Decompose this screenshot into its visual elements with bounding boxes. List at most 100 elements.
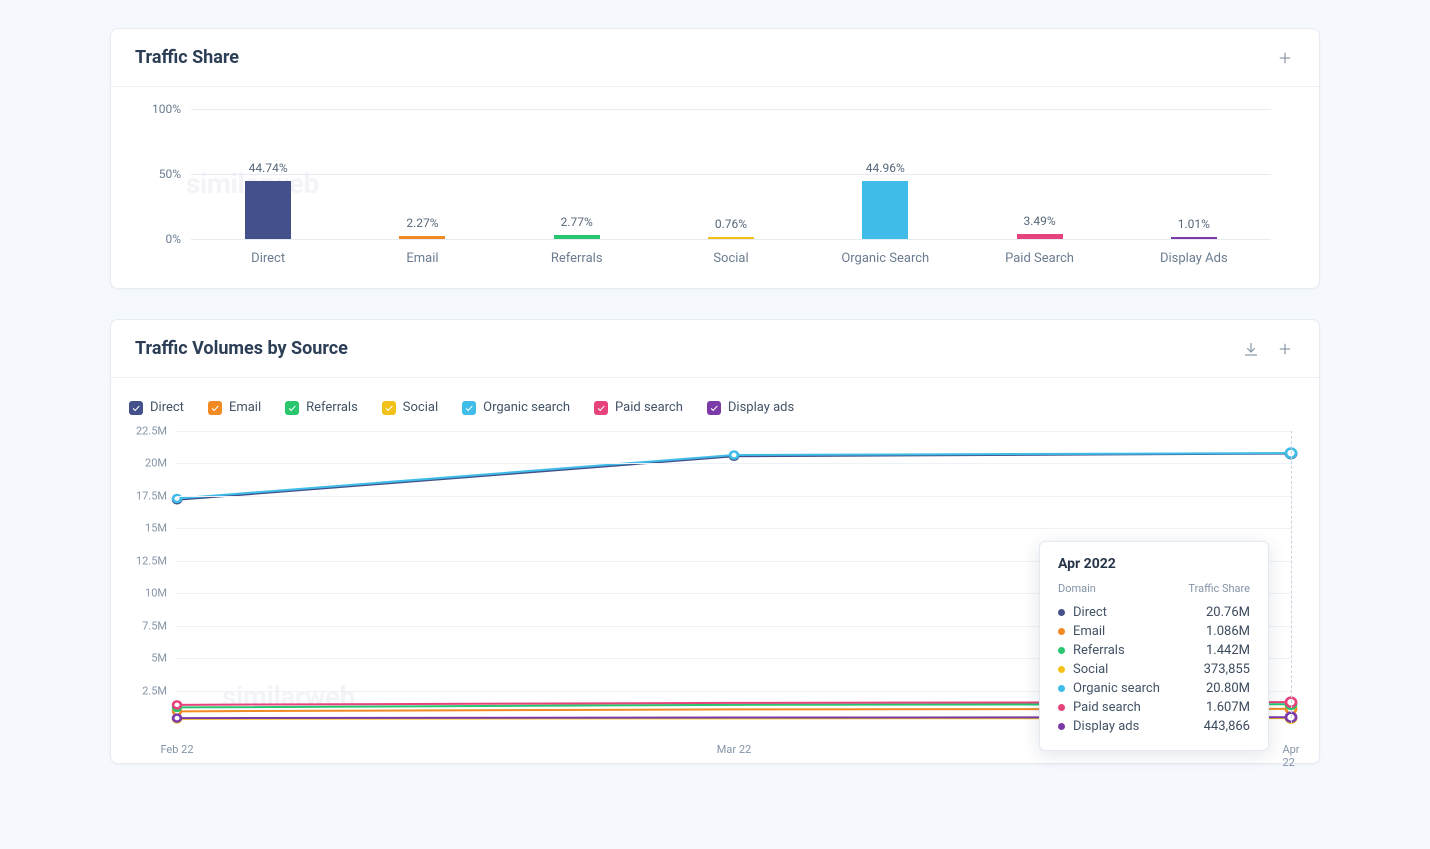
legend-checkbox[interactable]	[208, 401, 222, 415]
crosshair-line	[1291, 431, 1292, 723]
bar-column: 44.96%	[808, 109, 962, 239]
bar-column: 44.74%	[191, 109, 345, 239]
legend-checkbox[interactable]	[285, 401, 299, 415]
traffic-volumes-body: Direct Email Referrals Social Organic search…	[111, 378, 1319, 763]
tooltip-row: Paid search 1.607M	[1058, 698, 1250, 717]
add-icon[interactable]	[1275, 339, 1295, 359]
legend-label: Display ads	[728, 400, 794, 415]
tooltip-value: 20.80M	[1206, 681, 1250, 696]
bar-direct[interactable]: 44.74%	[245, 181, 291, 239]
legend: Direct Email Referrals Social Organic search…	[129, 396, 1291, 431]
tooltip-dot	[1058, 704, 1065, 711]
bar-organic[interactable]: 44.96%	[862, 181, 908, 239]
bar-paid[interactable]: 3.49%	[1017, 234, 1063, 239]
tooltip-row: Email1.086M	[1058, 622, 1250, 641]
tooltip-label: Direct	[1073, 605, 1107, 620]
tooltip-title: Apr 2022	[1058, 556, 1250, 572]
bar-display[interactable]: 1.01%	[1171, 237, 1217, 239]
bar-social[interactable]: 0.76%	[708, 237, 754, 239]
traffic-share-body: similarweb 0%50%100%44.74%2.27%2.77%0.76…	[111, 87, 1319, 288]
y-tick-label: 20M	[145, 457, 167, 470]
x-tick-label: Paid Search	[962, 251, 1116, 266]
bar-column: 3.49%	[962, 109, 1116, 239]
tooltip-value: 443,866	[1204, 719, 1250, 734]
add-icon[interactable]	[1275, 48, 1295, 68]
traffic-share-card: Traffic Share similarweb 0%50%100%44.74%…	[110, 28, 1320, 289]
download-icon[interactable]	[1241, 339, 1261, 359]
legend-item-social[interactable]: Social	[382, 400, 438, 415]
traffic-share-x-axis: DirectEmailReferralsSocialOrganic Search…	[191, 251, 1271, 266]
tooltip-value: 1.442M	[1206, 643, 1250, 658]
x-tick-label: Social	[654, 251, 808, 266]
tooltip-row: Direct 20.76M	[1058, 603, 1250, 622]
legend-item-referrals[interactable]: Referrals	[285, 400, 358, 415]
x-tick-label: Mar 22	[717, 743, 751, 756]
point-display[interactable]	[173, 715, 181, 722]
legend-item-paid[interactable]: Paid search	[594, 400, 683, 415]
tooltip-value: 20.76M	[1206, 605, 1250, 620]
tooltip-dot	[1058, 666, 1065, 673]
x-tick-label: Organic Search	[808, 251, 962, 266]
traffic-volumes-card: Traffic Volumes by Source Direct Email Ref…	[110, 319, 1320, 764]
bar-email[interactable]: 2.27%	[399, 236, 445, 239]
card-header: Traffic Share	[111, 29, 1319, 87]
tooltip-dot	[1058, 723, 1065, 730]
card-actions	[1241, 339, 1295, 359]
y-tick-label: 50%	[159, 167, 181, 181]
card-title: Traffic Share	[135, 47, 239, 68]
tooltip-label: Display ads	[1073, 719, 1139, 734]
legend-label: Referrals	[306, 400, 358, 415]
bar-column: 0.76%	[654, 109, 808, 239]
x-tick-label: Direct	[191, 251, 345, 266]
legend-checkbox[interactable]	[707, 401, 721, 415]
tooltip-row: Social373,855	[1058, 660, 1250, 679]
legend-checkbox[interactable]	[129, 401, 143, 415]
bar-value-label: 2.27%	[406, 216, 438, 230]
tooltip-dot	[1058, 628, 1065, 635]
traffic-volumes-plot-wrap: similarweb 22.5M20M17.5M15M12.5M10M7.5M5…	[177, 431, 1291, 741]
bar-column: 2.77%	[500, 109, 654, 239]
x-tick-label: Feb 22	[160, 743, 193, 756]
tooltip-rows: Direct 20.76M Email1.086MReferrals1.442MSo…	[1058, 603, 1250, 736]
legend-checkbox[interactable]	[594, 401, 608, 415]
bar-value-label: 3.49%	[1023, 214, 1055, 228]
card-actions	[1275, 48, 1295, 68]
tooltip-dot	[1058, 609, 1065, 616]
tooltip-row: Display ads 443,866	[1058, 717, 1250, 736]
legend-item-display[interactable]: Display ads	[707, 400, 794, 415]
legend-item-direct[interactable]: Direct	[129, 400, 184, 415]
point-organic[interactable]	[730, 452, 738, 459]
legend-checkbox[interactable]	[382, 401, 396, 415]
y-tick-label: 15M	[145, 522, 167, 535]
legend-item-email[interactable]: Email	[208, 400, 261, 415]
legend-label: Paid search	[615, 400, 683, 415]
tooltip-value: 1.607M	[1206, 700, 1250, 715]
legend-checkbox[interactable]	[462, 401, 476, 415]
y-tick-label: 12.5M	[136, 554, 167, 567]
tooltip-row: Referrals1.442M	[1058, 641, 1250, 660]
tooltip-label: Paid search	[1073, 700, 1141, 715]
tooltip-value: 373,855	[1204, 662, 1250, 677]
bar-column: 1.01%	[1117, 109, 1271, 239]
y-tick-label: 0%	[165, 232, 181, 246]
tooltip-label: Email	[1073, 624, 1105, 639]
tooltip-dot	[1058, 685, 1065, 692]
bar-value-label: 1.01%	[1178, 217, 1210, 231]
gridline	[191, 239, 1271, 240]
legend-label: Social	[403, 400, 438, 415]
x-tick-label: Referrals	[500, 251, 654, 266]
y-tick-label: 10M	[145, 587, 167, 600]
tooltip-label: Organic search	[1073, 681, 1160, 696]
bar-referrals[interactable]: 2.77%	[554, 235, 600, 239]
bar-value-label: 44.96%	[866, 161, 905, 175]
legend-label: Direct	[150, 400, 184, 415]
legend-item-organic[interactable]: Organic search	[462, 400, 570, 415]
point-paid[interactable]	[173, 701, 181, 708]
tooltip-col-right: Traffic Share	[1188, 582, 1250, 595]
gridline	[177, 496, 1291, 497]
x-tick-label: Email	[345, 251, 499, 266]
card-title: Traffic Volumes by Source	[135, 338, 348, 359]
gridline	[177, 463, 1291, 464]
legend-label: Email	[229, 400, 261, 415]
y-tick-label: 7.5M	[142, 619, 167, 632]
